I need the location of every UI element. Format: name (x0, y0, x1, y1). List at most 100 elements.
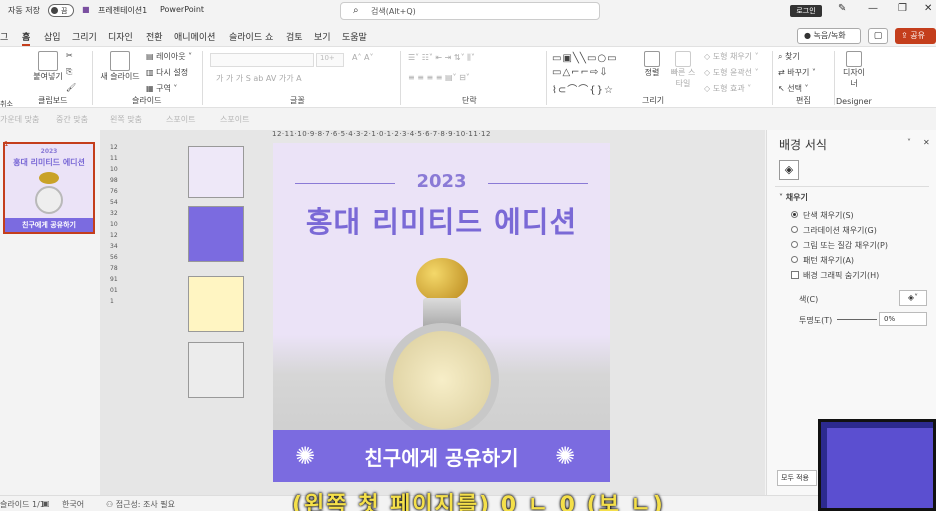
autosave-toggle[interactable]: 끔 (48, 4, 74, 17)
thumb-perfume-cap (39, 172, 59, 184)
arrange-icon (644, 51, 660, 67)
tab-home[interactable]: 홈 (22, 30, 31, 46)
pane-close-icon[interactable]: ✕ (923, 138, 930, 147)
layout-button[interactable]: ▤ 레이아웃 ˅ (146, 51, 192, 62)
login-button[interactable]: 로그인 (790, 5, 822, 17)
fill-section-header[interactable]: ˅ 채우기 (779, 192, 808, 203)
tab-draw[interactable]: 그리기 (72, 30, 97, 43)
paste-button[interactable]: 붙여넣기 (30, 51, 66, 82)
spellcheck-icon[interactable]: ▣ (42, 499, 50, 508)
font-grow-icon[interactable]: A˄ A˅ (352, 53, 374, 62)
tab-file[interactable]: 그 (0, 30, 8, 43)
eyedropper-button[interactable]: 스포이트 (166, 114, 195, 125)
format-painter-icon[interactable]: 🖌 (66, 83, 76, 92)
align-icons[interactable]: ≡ ≡ ≡ ≡ ▤˅ ⊟˅ (408, 73, 470, 82)
new-slide-button[interactable]: 새 슬라이드 (98, 51, 142, 82)
eyedropper-button-2[interactable]: 스포이트 (220, 114, 249, 125)
shape-effects-button[interactable]: ◇ 도형 효과 ˅ (704, 83, 751, 94)
tab-help[interactable]: 도움말 (342, 30, 367, 43)
list-icons[interactable]: ☰˅ ☷˅ ⇤ ⇥ ⇅˅ ⫼˅ (408, 53, 475, 63)
thumb-cta: 친구에게 공유하기 (5, 218, 93, 232)
quick-access-bar: 가운데 맞춤 중간 맞춤 왼쪽 맞춤 스포이트 스포이트 (0, 110, 936, 128)
group-paragraph: 단락 (462, 96, 477, 105)
close-icon[interactable]: ✕ (924, 3, 932, 14)
arrange-button[interactable]: 정렬 (638, 51, 666, 78)
apply-all-button[interactable]: 모두 적용 (777, 470, 817, 486)
cut-icon[interactable]: ✂ (66, 51, 73, 60)
thumb-perfume-bottle (35, 186, 63, 214)
designer-button[interactable]: 디자이너 (840, 51, 868, 89)
slide-title[interactable]: 홍대 리미티드 에디션 (273, 199, 610, 241)
share-button[interactable]: ⇪ 공유 (895, 28, 936, 44)
solid-fill-radio[interactable] (791, 211, 798, 218)
search-icon: ⌕ (353, 5, 359, 16)
color-swatch-purple[interactable] (188, 206, 244, 262)
webcam-overlay (818, 419, 936, 511)
pen-icon[interactable]: ✎ (838, 3, 846, 14)
font-name-box[interactable] (210, 53, 314, 67)
tab-transitions[interactable]: 전환 (146, 30, 163, 43)
copy-icon[interactable]: ⎘ (66, 67, 72, 77)
quick-styles-button[interactable]: 빠른 스타일 (668, 51, 698, 89)
slide-year[interactable]: 2023 (273, 171, 610, 192)
comment-icon[interactable]: ▢ (868, 28, 888, 44)
tab-review[interactable]: 검토 (286, 30, 303, 43)
color-picker-button[interactable]: ◈˅ (899, 290, 927, 306)
slide-counter: 슬라이드 1/1 (0, 500, 45, 509)
autosave-label: 자동 저장 (8, 6, 40, 15)
tab-animations[interactable]: 애니메이션 (174, 30, 215, 43)
section-button[interactable]: ▦ 구역 ˅ (146, 83, 177, 94)
align-middle-button[interactable]: 중간 맞춤 (56, 114, 88, 125)
save-icon[interactable]: ■ (82, 5, 90, 14)
picture-fill-radio[interactable] (791, 241, 798, 248)
record-button[interactable]: ● 녹음/녹화 (797, 28, 861, 44)
group-slides: 슬라이드 (132, 96, 162, 105)
shape-fill-button[interactable]: ◇ 도형 채우기 ˅ (704, 51, 759, 62)
minimize-icon[interactable]: — (868, 3, 878, 14)
pattern-fill-radio[interactable] (791, 256, 798, 263)
language-status[interactable]: 한국어 (62, 499, 84, 510)
pattern-fill-label: 패턴 채우기(A) (803, 256, 855, 265)
color-swatch-gray[interactable] (188, 342, 244, 398)
tab-view[interactable]: 보기 (314, 30, 331, 43)
align-center-button[interactable]: 가운데 맞춤 (0, 114, 39, 125)
shapes-gallery[interactable]: ▭▣╲╲▭○▭ (552, 53, 618, 64)
select-button[interactable]: ↖ 선택 ˅ (778, 83, 809, 94)
replace-button[interactable]: ⇄ 바꾸기 ˅ (778, 67, 816, 78)
restore-icon[interactable]: ❐ (898, 3, 907, 14)
transparency-slider[interactable] (837, 319, 877, 320)
reset-button[interactable]: ▥ 다시 설정 (146, 67, 188, 78)
cta-band[interactable]: ✺ 친구에게 공유하기 ✺ (273, 430, 610, 482)
perfume-bottle-image[interactable] (385, 323, 499, 437)
pane-dropdown-icon[interactable]: ˅ (907, 138, 911, 147)
thumb-title: 홍대 리미티드 에디션 (13, 158, 85, 167)
slide-thumbnail[interactable]: 2023 홍대 리미티드 에디션 친구에게 공유하기 (3, 142, 95, 234)
slide[interactable]: 2023 홍대 리미티드 에디션 ✺ 친구에게 공유하기 ✺ (273, 143, 610, 482)
gradient-fill-radio[interactable] (791, 226, 798, 233)
accessibility-status[interactable]: ⚇ 접근성: 조사 필요 (106, 499, 175, 510)
font-style-icons[interactable]: 가 가 가 S ab AV 가가 A (216, 73, 302, 84)
tab-design[interactable]: 디자인 (108, 30, 133, 43)
color-swatch-yellow[interactable] (188, 276, 244, 332)
new-slide-icon (110, 51, 130, 71)
tab-insert[interactable]: 삽입 (44, 30, 61, 43)
undo-label[interactable]: 취소 (0, 99, 13, 109)
video-caption: (왼쪽 첫 페이지를) 0 ㄴ 0 (보 ㄴ) (292, 493, 665, 511)
group-drawing: 그리기 (642, 96, 665, 105)
tab-slideshow[interactable]: 슬라이드 쇼 (229, 30, 273, 43)
shapes-gallery-row2[interactable]: ▭△⌐⌐⇨⇩ (552, 67, 609, 78)
group-font: 글꼴 (290, 96, 305, 105)
align-left-button[interactable]: 왼쪽 맞춤 (110, 114, 142, 125)
shapes-gallery-row3[interactable]: ⌇⊂⌒⌒{}☆ (552, 81, 614, 96)
thumb-year: 2023 (40, 148, 58, 155)
horizontal-ruler: 12·11·10·9·8·7·6·5·4·3·2·1·0·1·2·3·4·5·6… (272, 130, 491, 138)
find-button[interactable]: ⌕ 찾기 (778, 51, 800, 62)
color-swatch-lavender[interactable] (188, 146, 244, 198)
font-size-box[interactable]: 10+ (316, 53, 344, 67)
search-box[interactable]: ⌕ 검색(Alt+Q) (340, 2, 600, 20)
group-editing: 편집 (796, 96, 811, 105)
shape-outline-button[interactable]: ◇ 도형 윤곽선 ˅ (704, 67, 759, 78)
fill-bucket-icon[interactable]: ◈ (779, 160, 799, 180)
transparency-input[interactable]: 0% (879, 312, 927, 326)
hide-graphics-checkbox[interactable] (791, 271, 799, 279)
